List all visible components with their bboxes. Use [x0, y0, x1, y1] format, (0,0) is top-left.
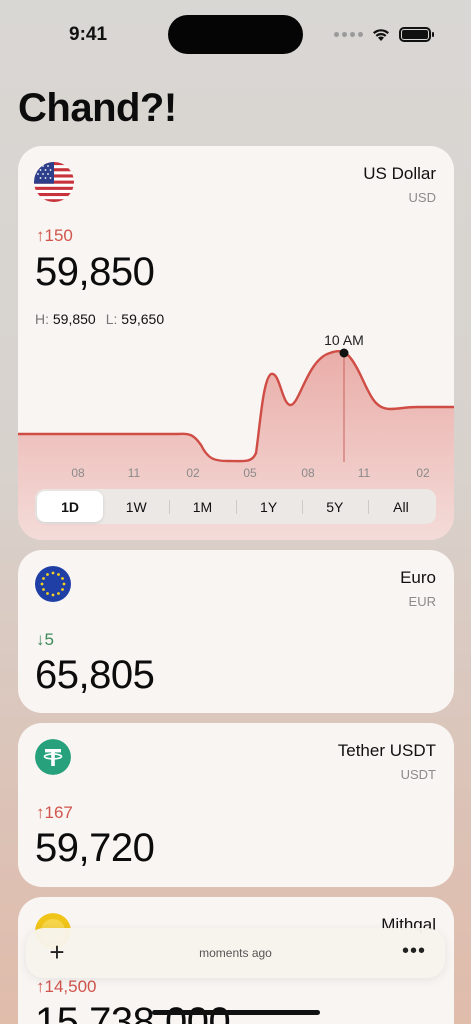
- range-5y[interactable]: 5Y: [301, 491, 368, 522]
- x-tick: 11: [358, 466, 371, 480]
- high-low-row: H: 59,850 L: 59,650: [35, 311, 164, 327]
- change-badge: ↑150: [36, 226, 73, 245]
- range-1m[interactable]: 1M: [169, 491, 235, 522]
- range-1w[interactable]: 1W: [103, 491, 169, 522]
- x-tick: 11: [128, 466, 141, 480]
- range-all[interactable]: All: [367, 491, 434, 522]
- x-tick: 08: [301, 466, 315, 480]
- cellular-signal-icon: [334, 31, 363, 37]
- low-label: L:: [105, 311, 118, 327]
- currency-code: EUR: [408, 594, 436, 609]
- range-1d[interactable]: 1D: [37, 491, 104, 522]
- change-badge: ↑167: [36, 803, 73, 822]
- currency-code: USD: [408, 190, 436, 205]
- battery-icon: [399, 26, 434, 42]
- status-indicators: [334, 24, 434, 44]
- dynamic-island: [168, 15, 303, 54]
- currency-card-eur[interactable]: Euro EUR ↓5 65,805: [18, 550, 454, 713]
- currency-card-usdt[interactable]: Tether USDT USDT ↑167 59,720: [18, 723, 454, 887]
- last-updated-status: moments ago: [199, 946, 272, 960]
- price-value: 59,720: [35, 826, 155, 870]
- status-time: 9:41: [69, 24, 108, 45]
- tether-icon: [35, 739, 71, 775]
- more-options-button[interactable]: •••: [399, 938, 429, 968]
- high-value: 59,850: [52, 311, 96, 327]
- home-indicator: [152, 1010, 320, 1015]
- chart-marker-label: 10 AM: [324, 332, 364, 348]
- status-bar: 9:41: [0, 0, 471, 70]
- currency-code: USDT: [400, 767, 436, 782]
- us-flag-icon: [34, 162, 74, 202]
- wifi-icon: [373, 28, 389, 41]
- range-1y[interactable]: 1Y: [235, 491, 302, 522]
- high-label: H:: [35, 311, 49, 327]
- eu-flag-icon: [35, 566, 71, 602]
- x-tick: 08: [71, 466, 85, 480]
- x-tick: 05: [243, 466, 257, 480]
- change-badge: ↑14,500: [36, 977, 97, 996]
- chart-cursor-dot[interactable]: [339, 348, 349, 358]
- currency-card-usd[interactable]: US Dollar USD ↑150 59,850 H: 59,850 L: 5…: [18, 146, 454, 540]
- currency-name: Euro: [400, 568, 436, 587]
- range-selector: 1D 1W 1M 1Y 5Y All: [35, 489, 436, 524]
- x-tick: 02: [416, 466, 430, 480]
- app-title: Chand?!: [18, 86, 177, 130]
- x-tick: 02: [186, 466, 200, 480]
- price-value: 59,850: [35, 250, 155, 294]
- bottom-toolbar: + moments ago •••: [26, 928, 445, 978]
- low-value: 59,650: [121, 311, 165, 327]
- currency-name: US Dollar: [363, 164, 436, 183]
- currency-name: Tether USDT: [337, 741, 436, 760]
- change-badge: ↓5: [36, 630, 54, 649]
- price-value: 65,805: [35, 653, 155, 697]
